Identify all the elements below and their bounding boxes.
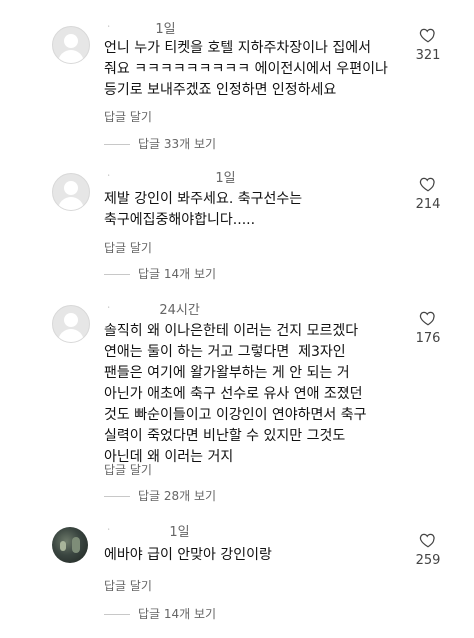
like-button[interactable]: 214 [408,175,448,212]
like-count: 214 [415,197,441,212]
reply-button[interactable]: 답글 달기 [104,108,152,125]
comment-2: ㆍ 1일 제발 강인이 봐주세요. 축구선수는 축구에집중해야합니다..... … [0,165,474,295]
comment-time: 1일 [215,171,236,186]
comment-text: 솔직히 왜 이나은한테 이러는 건지 모르겠다 연애는 둘이 하는 거고 그렇다… [104,323,367,465]
comment-meta: ㆍ 24시간 [104,299,200,318]
like-count: 321 [415,48,441,63]
default-profile-icon[interactable] [52,305,90,343]
reply-divider [104,144,130,145]
username[interactable]: ㆍ [104,299,115,314]
default-profile-icon[interactable] [52,173,90,211]
comment-meta: ㆍ 1일 [104,18,176,37]
reply-divider [104,274,130,275]
view-replies-button[interactable]: 답글 14개 보기 [104,605,216,622]
comment-text: 제발 강인이 봐주세요. 축구선수는 축구에집중해야합니다..... [104,191,303,228]
view-replies-button[interactable]: 답글 28개 보기 [104,487,216,504]
reply-divider [104,496,130,497]
reply-divider [104,614,130,615]
heart-icon [419,28,435,43]
reply-button[interactable]: 답글 달기 [104,461,152,478]
view-replies-label: 답글 14개 보기 [138,607,217,621]
view-replies-button[interactable]: 답글 33개 보기 [104,135,216,152]
comment-time: 24시간 [159,303,200,318]
comment-time: 1일 [155,22,176,37]
view-replies-label: 답글 33개 보기 [138,137,217,151]
username[interactable]: ㆍ [104,18,115,33]
like-button[interactable]: 176 [408,309,448,346]
comment-meta: ㆍ 1일 [104,521,190,540]
reply-button[interactable]: 답글 달기 [104,239,152,256]
heart-icon [419,311,435,326]
like-button[interactable]: 259 [408,531,448,568]
like-count: 176 [415,331,441,346]
comment-text: 에바야 급이 안맞아 강인이랑 [104,547,272,563]
like-count: 259 [415,553,441,568]
view-replies-label: 답글 14개 보기 [138,267,217,281]
photo-avatar[interactable] [52,527,88,563]
heart-icon [419,533,435,548]
default-profile-icon[interactable] [52,26,90,64]
comment-4: ㆍ 1일 에바야 급이 안맞아 강인이랑 답글 달기 259 답글 14개 보기 [0,515,474,638]
heart-icon [419,177,435,192]
like-button[interactable]: 321 [408,26,448,63]
comment-time: 1일 [169,525,190,540]
username[interactable]: ㆍ [104,167,115,182]
comment-meta: ㆍ 1일 [104,167,236,186]
comment-3: ㆍ 24시간 솔직히 왜 이나은한테 이러는 건지 모르겠다 연애는 둘이 하는… [0,295,474,515]
view-replies-button[interactable]: 답글 14개 보기 [104,265,216,282]
view-replies-label: 답글 28개 보기 [138,489,217,503]
comment-1: ㆍ 1일 언니 누가 티켓을 호텔 지하주차장이나 집에서 줘요 ㅋㅋㅋㅋㅋㅋㅋ… [0,0,474,165]
reply-button[interactable]: 답글 달기 [104,577,152,594]
username[interactable]: ㆍ [104,521,115,536]
comment-text: 언니 누가 티켓을 호텔 지하주차장이나 집에서 줘요 ㅋㅋㅋㅋㅋㅋㅋㅋㅋ 에이… [104,40,388,98]
